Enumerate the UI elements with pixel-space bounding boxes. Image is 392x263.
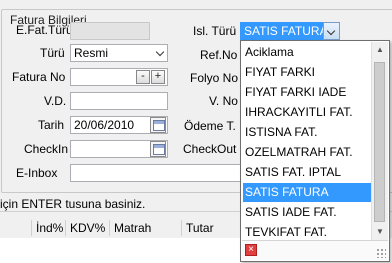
checkin-label: CheckIn [24,142,69,156]
calendar-icon[interactable] [150,141,166,157]
dropdown-option[interactable]: ISTISNA FAT. [243,123,373,142]
close-icon[interactable]: × [245,244,257,256]
checkout-label: CheckOut [183,142,237,156]
vd-input[interactable] [70,92,168,110]
chevron-down-icon [326,26,336,36]
scroll-thumb[interactable] [374,62,385,222]
efat-turu-field[interactable] [70,22,150,40]
dropdown-option[interactable]: FIYAT FARKI [243,63,373,82]
dropdown-option[interactable]: IHRACKAYITLI FAT. [243,103,373,122]
isl-turu-dropdown-list[interactable]: Aciklama FIYAT FARKI FIYAT FARKI IADE IHRAC… [240,40,390,262]
dropdown-option[interactable]: SATIS FAT. IPTAL [243,163,373,182]
col-matrah[interactable]: Matrah [109,220,181,236]
efat-turu-label: E.Fat.Türü [16,23,73,37]
dropdown-footer: × [242,240,388,260]
dropdown-option[interactable]: FIYAT FARKI IADE [243,83,373,102]
scroll-down-icon[interactable]: ▼ [372,224,388,240]
decrement-button[interactable]: - [136,70,150,84]
chevron-down-icon [155,47,165,57]
isl-turu-dropdown-button[interactable] [323,22,340,40]
isl-turu-label: Isl. Türü [193,24,237,38]
einbox-label: E-Inbox [16,166,58,180]
turu-select[interactable]: Resmi [70,44,168,62]
einbox-input[interactable] [70,164,250,182]
scrollbar[interactable]: ▲ ▼ [371,42,388,240]
turu-value: Resmi [74,46,109,60]
increment-button[interactable]: + [151,70,165,84]
dropdown-option[interactable]: SATIS FATURA [243,183,373,202]
enter-hint: için ENTER tusuna basiniz. [0,197,146,211]
vd-label: V.D. [44,94,67,108]
turu-label: Türü [40,46,65,60]
col-ind[interactable]: İnd% [31,220,65,236]
odeme-label: Ödeme T. [184,119,236,133]
isl-turu-value: SATIS FATURA [244,24,324,38]
v-no-label: V. No [209,94,238,108]
isl-turu-select[interactable]: SATIS FATURA [240,22,324,40]
resize-grip-icon[interactable] [376,248,386,258]
fatura-no-label: Fatura No [12,70,66,84]
ref-no-label: Ref.No [200,48,238,62]
dropdown-option[interactable]: SATIS IADE FAT. [243,203,373,222]
col-tutar[interactable]: Tutar [181,220,240,236]
folyo-no-label: Folyo No [190,71,239,85]
tarih-label: Tarih [38,118,65,132]
tarih-value: 20/06/2010 [74,118,135,132]
dropdown-option[interactable]: Aciklama [243,43,373,62]
col-kdv[interactable]: KDV% [65,220,109,236]
scroll-up-icon[interactable]: ▲ [372,42,388,58]
dropdown-option[interactable]: OZELMATRAH FAT. [243,143,373,162]
calendar-icon[interactable] [150,117,166,133]
